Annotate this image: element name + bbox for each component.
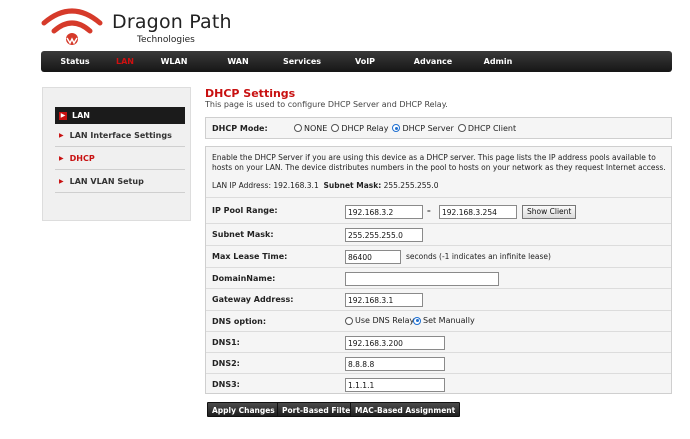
row-dns1: DNS1: [206, 331, 671, 352]
nav-wlan[interactable]: WLAN [145, 57, 203, 66]
sidebar-header[interactable]: ▶ LAN [55, 107, 185, 124]
brand-logo: Dragon Path Technologies [40, 5, 240, 47]
ip-pool-end-input[interactable] [439, 205, 517, 219]
domain-input[interactable] [345, 272, 499, 286]
dhcp-mode-row: DHCP Mode: NONE DHCP Relay DHCP Server D… [205, 117, 672, 139]
dhcp-description: Enable the DHCP Server if you are using … [212, 153, 666, 172]
row-domain: DomainName: [206, 267, 671, 288]
radio-dhcp-server-dot[interactable] [392, 124, 401, 132]
chevron-right-icon: ▶ [59, 111, 67, 120]
ip-pool-label: IP Pool Range: [212, 206, 278, 215]
sidebar-item-lan-interface[interactable]: ▶ LAN Interface Settings [55, 125, 185, 147]
lease-label: Max Lease Time: [212, 252, 288, 261]
lease-note: seconds (-1 indicates an infinite lease) [406, 252, 551, 261]
radio-dhcp-client[interactable]: DHCP Client [457, 123, 517, 133]
show-client-button[interactable]: Show Client [522, 205, 577, 219]
ip-pool-dash: – [427, 206, 431, 215]
row-lease: Max Lease Time: seconds (-1 indicates an… [206, 245, 671, 267]
dns3-label: DNS3: [212, 380, 240, 389]
lan-mask-label: Subnet Mask: [323, 181, 382, 190]
radio-dhcp-relay-label: DHCP Relay [341, 123, 389, 133]
row-dns3: DNS3: [206, 373, 671, 394]
nav-services[interactable]: Services [273, 57, 331, 66]
lan-mask-value: 255.255.255.0 [383, 181, 439, 190]
row-ip-pool: IP Pool Range: – Show Client [206, 197, 671, 223]
nav-admin[interactable]: Admin [467, 57, 529, 66]
sidebar-header-label: LAN [72, 111, 90, 120]
lan-ip-label: LAN IP Address: [212, 181, 271, 190]
chevron-right-icon: ▶ [59, 132, 64, 139]
radio-dhcp-server[interactable]: DHCP Server [392, 123, 454, 133]
dns2-label: DNS2: [212, 359, 240, 368]
dns-option-label: DNS option: [212, 317, 267, 326]
apply-changes-button[interactable]: Apply Changes [207, 402, 280, 417]
dhcp-mode-label: DHCP Mode: [212, 123, 268, 133]
row-dns-option: DNS option: Use DNS Relay Set Manually [206, 310, 671, 331]
dns1-input[interactable] [345, 336, 445, 350]
sidebar: ▶ LAN ▶ LAN Interface Settings ▶ DHCP ▶ … [42, 87, 191, 221]
radio-dhcp-client-label: DHCP Client [467, 123, 517, 133]
radio-use-dns-relay[interactable]: Use DNS Relay [345, 316, 414, 325]
sidebar-item-label: LAN VLAN Setup [69, 177, 144, 186]
nav-status[interactable]: Status [49, 57, 101, 66]
dns3-input[interactable] [345, 378, 445, 392]
lease-input[interactable] [345, 250, 401, 264]
lan-ip-value: 192.168.3.1 [273, 181, 319, 190]
sidebar-item-dhcp[interactable]: ▶ DHCP [55, 148, 185, 170]
gateway-label: Gateway Address: [212, 295, 294, 304]
brand-subtitle: Technologies [137, 35, 195, 45]
row-dns2: DNS2: [206, 352, 671, 373]
nav-wan[interactable]: WAN [203, 57, 273, 66]
dhcp-server-panel: Enable the DHCP Server if you are using … [205, 146, 672, 394]
subnet-label: Subnet Mask: [212, 230, 274, 239]
radio-dhcp-relay-dot[interactable] [331, 124, 340, 132]
chevron-right-icon: ▶ [59, 178, 64, 185]
nav-lan[interactable]: LAN [105, 57, 145, 66]
lan-info: LAN IP Address: 192.168.3.1 Subnet Mask:… [212, 181, 438, 190]
radio-none-label: NONE [304, 123, 328, 133]
nav-advance[interactable]: Advance [399, 57, 467, 66]
radio-dhcp-client-dot[interactable] [457, 124, 466, 132]
radio-use-dns-relay-dot[interactable] [345, 316, 353, 325]
dns1-label: DNS1: [212, 338, 240, 347]
radio-dhcp-relay[interactable]: DHCP Relay [331, 124, 388, 133]
radio-use-dns-relay-label: Use DNS Relay [355, 316, 415, 325]
sidebar-item-label: LAN Interface Settings [69, 131, 172, 140]
brand-name: Dragon Path [112, 11, 232, 33]
radio-set-manually-label: Set Manually [423, 316, 475, 325]
port-based-filter-button[interactable]: Port-Based Filter [277, 402, 359, 417]
subnet-input[interactable] [345, 228, 423, 242]
gateway-input[interactable] [345, 293, 423, 307]
domain-label: DomainName: [212, 274, 276, 283]
radio-dhcp-server-label: DHCP Server [402, 123, 454, 133]
nav-voip[interactable]: VoIP [331, 57, 399, 66]
ip-pool-start-input[interactable] [345, 205, 423, 219]
page-title: DHCP Settings [205, 87, 296, 100]
page-subtitle: This page is used to configure DHCP Serv… [205, 100, 448, 109]
mac-based-assignment-button[interactable]: MAC-Based Assignment [350, 402, 461, 417]
sidebar-item-lan-vlan[interactable]: ▶ LAN VLAN Setup [55, 171, 185, 193]
main-nav: Status LAN WLAN WAN Services VoIP Advanc… [41, 51, 672, 72]
sidebar-item-label: DHCP [69, 154, 95, 163]
radio-set-manually[interactable]: Set Manually [413, 316, 475, 325]
row-subnet: Subnet Mask: [206, 223, 671, 245]
radio-none[interactable]: NONE [294, 124, 327, 133]
chevron-right-icon: ▶ [59, 155, 64, 162]
wifi-logo-icon [41, 8, 103, 45]
radio-set-manually-dot[interactable] [413, 316, 421, 325]
dns2-input[interactable] [345, 357, 445, 371]
row-gateway: Gateway Address: [206, 288, 671, 310]
radio-none-dot[interactable] [294, 124, 302, 132]
